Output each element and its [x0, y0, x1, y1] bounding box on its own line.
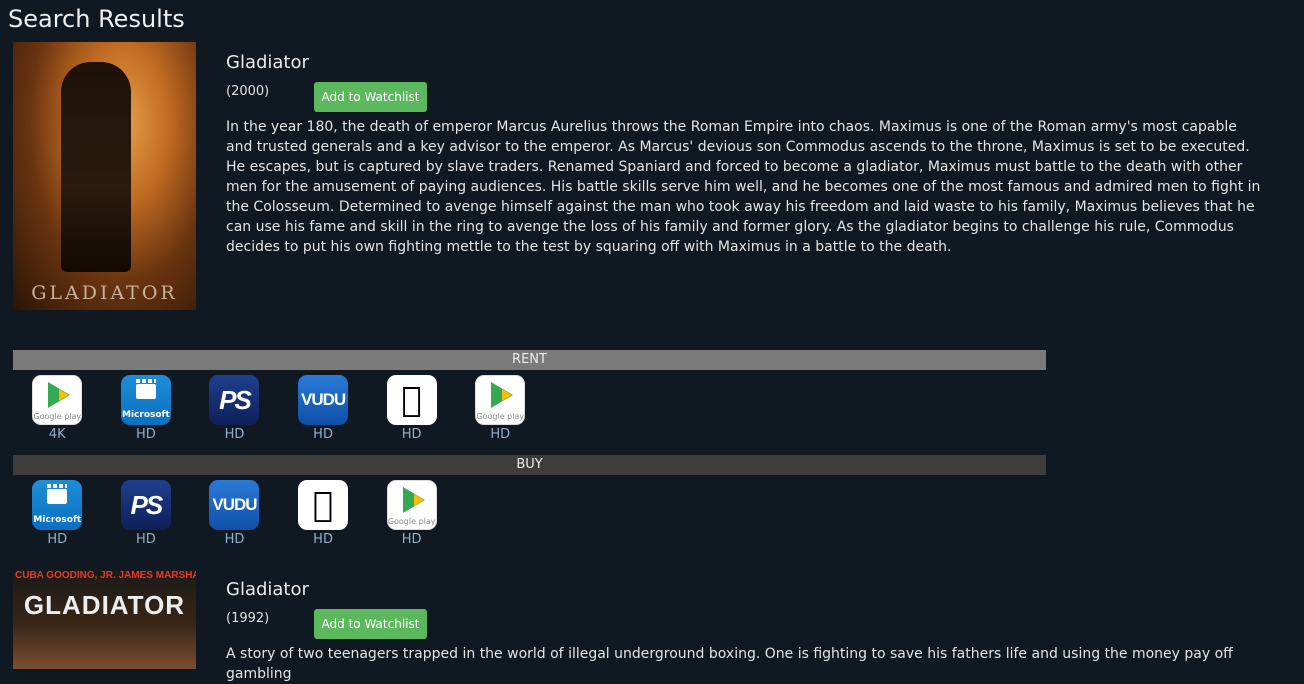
movie-year: (2000) [226, 84, 270, 99]
buy-section-header: BUY [13, 455, 1046, 475]
quality-label: HD [401, 427, 422, 442]
add-to-watchlist-button[interactable]: Add to Watchlist [314, 82, 427, 112]
rent-provider-google-play[interactable]: Google play 4K [13, 375, 102, 442]
rent-provider-vudu[interactable]: VUDU HD [279, 375, 368, 442]
buy-provider-microsoft[interactable]: Microsoft HD [13, 480, 102, 547]
movie-poster[interactable]: GLADIATOR [13, 42, 196, 310]
vudu-icon: VUDU [298, 375, 349, 425]
add-to-watchlist-button[interactable]: Add to Watchlist [314, 609, 427, 639]
quality-label: HD [313, 427, 333, 442]
google-play-icon: Google play [32, 375, 83, 425]
poster-actors-text: CUBA GOODING, JR. JAMES MARSHALL [15, 570, 196, 581]
quality-label: 4K [48, 427, 66, 442]
buy-providers: Microsoft HD PS HD VUDU HD  HD Google p… [13, 480, 456, 547]
rent-provider-playstation[interactable]: PS HD [190, 375, 279, 442]
movie-title[interactable]: Gladiator [226, 579, 309, 600]
movie-description: A story of two teenagers trapped in the … [226, 646, 1233, 682]
movie-title[interactable]: Gladiator [226, 52, 309, 73]
quality-label: HD [490, 427, 511, 442]
vudu-icon: VUDU [209, 480, 260, 530]
buy-provider-apple[interactable]:  HD [279, 480, 368, 547]
buy-provider-google-play[interactable]: Google play HD [367, 480, 456, 547]
apple-icon:  [298, 480, 349, 530]
movie-poster[interactable]: CUBA GOODING, JR. JAMES MARSHALL GLADIAT… [13, 570, 196, 669]
quality-label: HD [135, 532, 156, 547]
quality-label: HD [313, 532, 333, 547]
rent-provider-microsoft[interactable]: Microsoft HD [102, 375, 191, 442]
microsoft-icon: Microsoft [32, 480, 83, 530]
quality-label: HD [135, 427, 156, 442]
quality-label: HD [401, 532, 422, 547]
apple-icon:  [386, 375, 437, 425]
poster-title-text: GLADIATOR [23, 590, 186, 620]
quality-label: HD [224, 427, 245, 442]
rent-provider-google-play[interactable]: Google play HD [456, 375, 545, 442]
buy-provider-playstation[interactable]: PS HD [102, 480, 191, 547]
google-play-icon: Google play [386, 480, 437, 530]
microsoft-icon: Microsoft [120, 375, 171, 425]
page-title: Search Results [8, 5, 185, 33]
quality-label: HD [47, 532, 68, 547]
movie-description: In the year 180, the death of emperor Ma… [226, 119, 1261, 255]
rent-provider-apple[interactable]:  HD [367, 375, 456, 442]
google-play-icon: Google play [475, 375, 526, 425]
poster-title-text: GLADIATOR [31, 282, 178, 304]
playstation-icon: PS [209, 375, 260, 425]
movie-year: (1992) [226, 611, 270, 626]
playstation-icon: PS [120, 480, 171, 530]
rent-providers: Google play 4K Microsoft HD PS HD VUDU H… [13, 375, 545, 442]
rent-section-header: RENT [13, 350, 1046, 370]
buy-provider-vudu[interactable]: VUDU HD [190, 480, 279, 547]
poster-figure [61, 62, 131, 272]
quality-label: HD [224, 532, 245, 547]
